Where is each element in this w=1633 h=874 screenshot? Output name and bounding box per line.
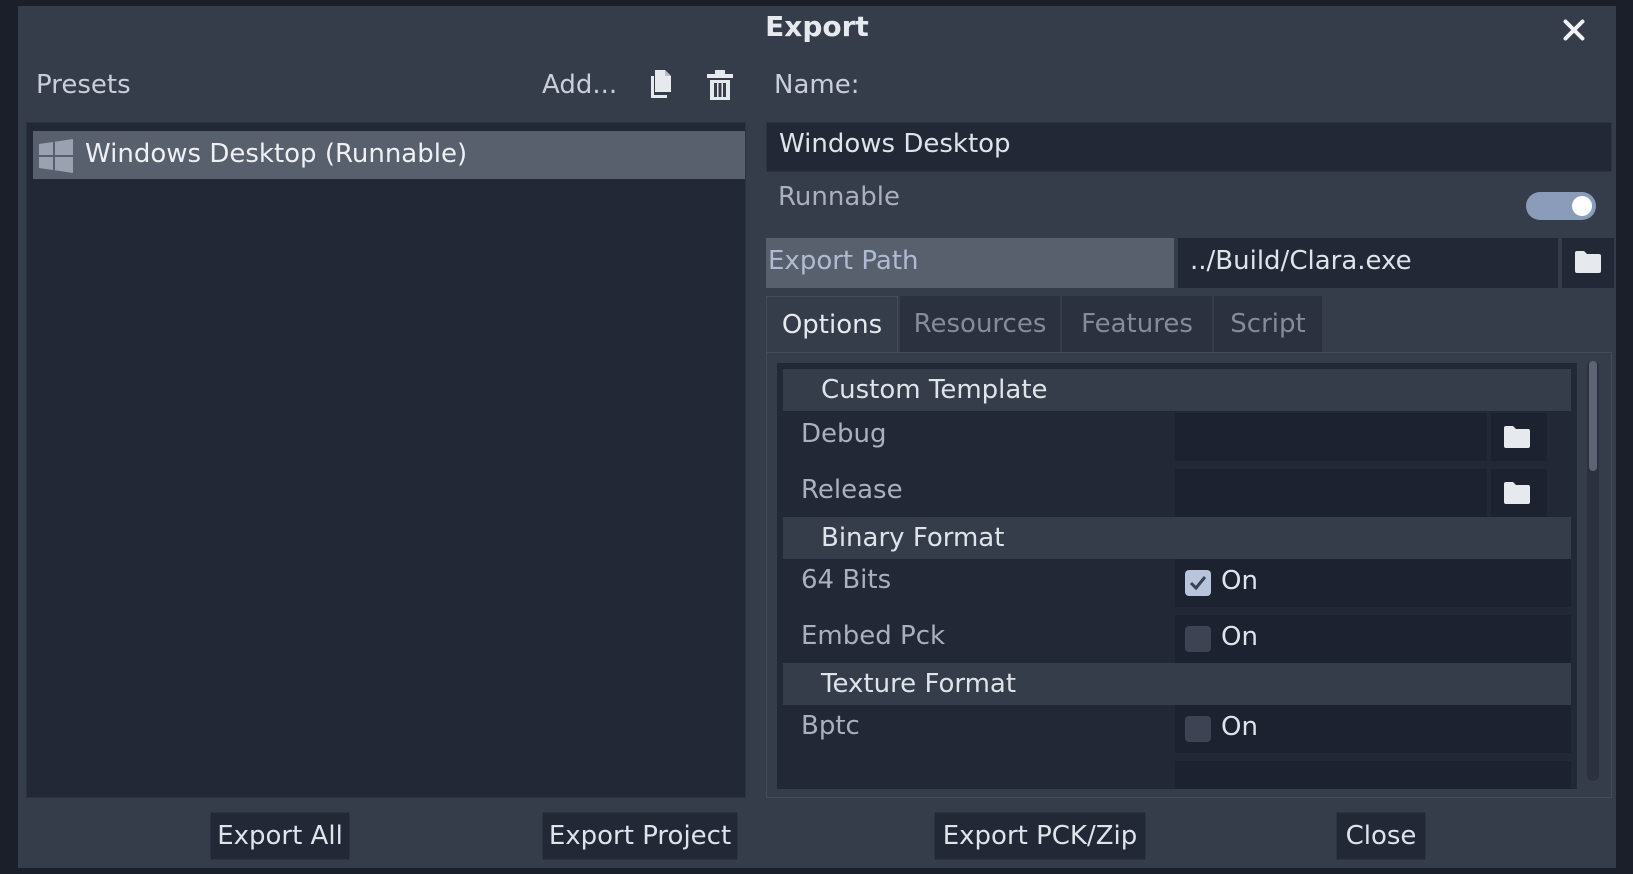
close-icon[interactable] [1556,12,1592,48]
close-button[interactable]: Close [1336,812,1426,860]
runnable-label: Runnable [778,182,900,212]
release-label: Release [801,475,903,505]
tab-script[interactable]: Script [1214,296,1322,352]
embed-pck-label: Embed Pck [801,621,946,651]
tab-resources[interactable]: Resources [900,296,1060,352]
debug-browse-button[interactable] [1491,413,1547,461]
add-preset-button[interactable]: Add... [542,70,617,100]
bptc-label: Bptc [801,711,860,741]
embed-pck-checkbox[interactable] [1185,626,1211,652]
options-panel: Custom Template Debug Release Binary For… [766,352,1612,798]
bits64-checkbox[interactable] [1185,570,1211,596]
bits64-label: 64 Bits [801,565,892,595]
export-project-button[interactable]: Export Project [542,812,738,860]
name-label: Name: [774,70,860,100]
options-scrollbar[interactable] [1587,361,1599,781]
release-browse-button[interactable] [1491,469,1547,517]
section-binary-format[interactable]: Binary Format [783,517,1571,559]
section-custom-template[interactable]: Custom Template [783,369,1571,411]
export-path-input[interactable]: ../Build/Clara.exe [1178,238,1558,288]
trash-icon[interactable] [706,70,734,100]
folder-icon [1504,482,1530,504]
runnable-toggle[interactable] [1526,192,1596,220]
embed-pck-value: On [1175,615,1571,663]
preset-item-windows-desktop[interactable]: Windows Desktop (Runnable) [33,131,745,179]
windows-icon [39,139,73,173]
dialog-title: Export [765,10,869,43]
debug-label: Debug [801,419,887,449]
presets-label: Presets [36,70,131,100]
folder-icon [1504,426,1530,448]
bits64-value: On [1175,559,1571,607]
name-input[interactable]: Windows Desktop [766,122,1612,172]
export-path-label: Export Path [766,238,1174,288]
preset-item-label: Windows Desktop (Runnable) [85,139,468,169]
presets-list: Windows Desktop (Runnable) [26,122,746,798]
next-property-row [1175,761,1571,789]
scrollbar-thumb[interactable] [1589,361,1597,471]
folder-icon [1575,251,1601,273]
tab-options[interactable]: Options [766,296,898,352]
export-all-button[interactable]: Export All [210,812,350,860]
release-template-input[interactable] [1175,469,1487,517]
embed-pck-checkbox-label: On [1221,622,1258,652]
export-path-browse-button[interactable] [1562,238,1614,288]
section-texture-format[interactable]: Texture Format [783,663,1571,705]
export-pck-zip-button[interactable]: Export PCK/Zip [934,812,1146,860]
tab-features[interactable]: Features [1062,296,1212,352]
bptc-checkbox-label: On [1221,712,1258,742]
bptc-value: On [1175,705,1571,753]
bptc-checkbox[interactable] [1185,716,1211,742]
duplicate-icon[interactable] [649,70,675,100]
bits64-checkbox-label: On [1221,566,1258,596]
debug-template-input[interactable] [1175,413,1487,461]
options-inspector: Custom Template Debug Release Binary For… [777,363,1577,789]
export-dialog: Export Presets Add... Windows Desktop (R… [18,6,1616,868]
